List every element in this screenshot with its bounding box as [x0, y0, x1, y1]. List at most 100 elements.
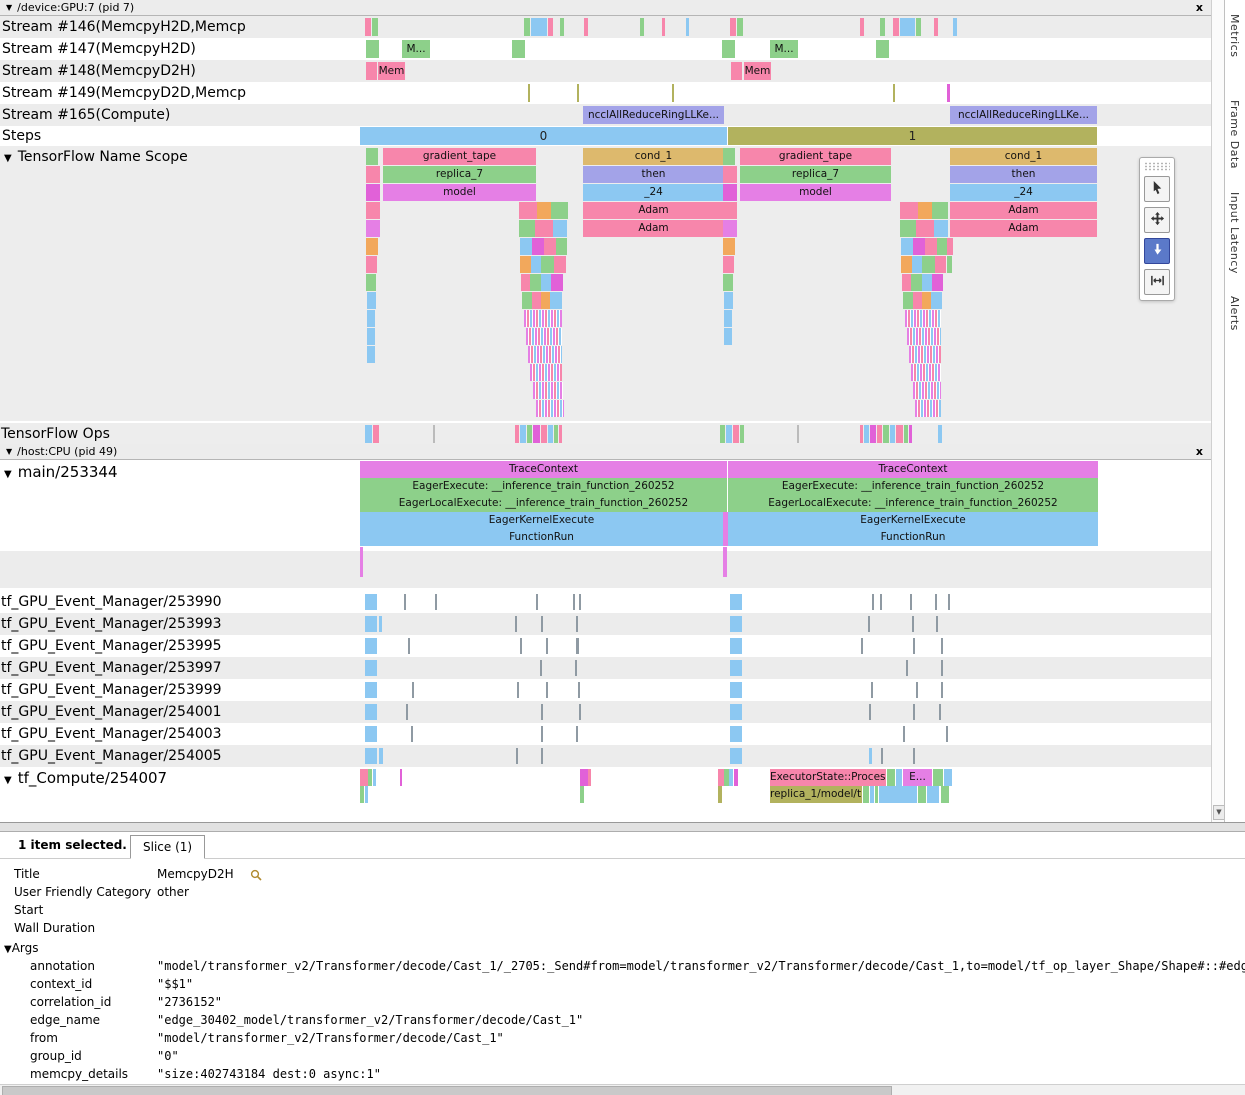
trace-event[interactable]: [366, 184, 380, 201]
trace-event[interactable]: [723, 202, 737, 219]
trace-event[interactable]: [365, 594, 377, 610]
gpu-close-button[interactable]: x: [1196, 0, 1203, 16]
trace-event[interactable]: [913, 748, 915, 764]
trace-event[interactable]: [947, 256, 952, 273]
trace-event[interactable]: [860, 425, 863, 443]
trace-event[interactable]: [918, 202, 932, 219]
trace-event[interactable]: [532, 292, 541, 309]
trace-event[interactable]: [915, 400, 941, 417]
trace-event[interactable]: [896, 769, 902, 786]
trace-event[interactable]: [360, 769, 368, 786]
trace-event[interactable]: [883, 425, 889, 443]
trace-event[interactable]: [584, 18, 588, 36]
trace-event[interactable]: [916, 220, 934, 237]
trace-event[interactable]: [932, 274, 943, 291]
trace-event[interactable]: [900, 18, 915, 36]
trace-event[interactable]: [935, 256, 946, 273]
trace-event[interactable]: [577, 84, 579, 102]
trace-event[interactable]: [913, 382, 941, 399]
trace-event[interactable]: gradient_tape: [383, 148, 536, 165]
trace-event[interactable]: [366, 148, 378, 165]
trace-event[interactable]: [367, 346, 375, 363]
trace-event[interactable]: TraceContext: [728, 461, 1098, 478]
timing-tool-button[interactable]: [1144, 269, 1170, 295]
trace-event[interactable]: [672, 84, 674, 102]
trace-event[interactable]: [730, 682, 742, 698]
trace-event[interactable]: [554, 256, 566, 273]
trace-event[interactable]: [909, 425, 912, 443]
trace-event[interactable]: [367, 310, 375, 327]
trace-event[interactable]: [723, 256, 734, 273]
trace-event[interactable]: [734, 769, 738, 786]
trace-event[interactable]: [730, 18, 736, 36]
trace-event[interactable]: [366, 238, 378, 255]
tab-alerts[interactable]: Alerts: [1228, 296, 1241, 331]
trace-event[interactable]: [863, 786, 869, 803]
trace-event[interactable]: [730, 594, 742, 610]
trace-event[interactable]: [936, 616, 938, 632]
trace-event[interactable]: [541, 256, 554, 273]
trace-event[interactable]: [870, 786, 874, 803]
trace-event[interactable]: FunctionRun: [728, 529, 1098, 546]
trace-event[interactable]: [933, 769, 943, 786]
trace-event[interactable]: [640, 18, 644, 36]
zoom-tool-button[interactable]: [1144, 238, 1170, 264]
trace-event[interactable]: [871, 682, 873, 698]
trace-event[interactable]: [723, 512, 728, 546]
trace-event[interactable]: [576, 726, 578, 742]
trace-event[interactable]: Adam: [583, 202, 724, 219]
trace-event[interactable]: [528, 346, 562, 363]
cpu-close-button[interactable]: x: [1196, 444, 1203, 460]
trace-event[interactable]: [365, 786, 368, 803]
trace-event[interactable]: [551, 202, 568, 219]
trace-event[interactable]: [723, 166, 737, 183]
trace-event[interactable]: [901, 238, 913, 255]
trace-event[interactable]: [731, 62, 742, 80]
trace-event[interactable]: [536, 400, 564, 417]
trace-event[interactable]: [553, 220, 567, 237]
trace-event[interactable]: [560, 18, 564, 36]
trace-event[interactable]: [947, 238, 953, 255]
trace-event[interactable]: [935, 594, 937, 610]
collapse-compute-icon[interactable]: ▼: [4, 775, 12, 786]
panel-splitter[interactable]: [0, 822, 1245, 832]
trace-event[interactable]: [916, 18, 921, 36]
trace-event[interactable]: [408, 638, 410, 654]
trace-event[interactable]: [737, 18, 743, 36]
trace-event[interactable]: [559, 425, 562, 443]
trace-event[interactable]: [360, 786, 364, 803]
trace-event[interactable]: [900, 220, 916, 237]
trace-event[interactable]: [579, 704, 581, 720]
trace-event[interactable]: [512, 40, 525, 58]
trace-event[interactable]: [868, 616, 870, 632]
trace-event[interactable]: [724, 328, 732, 345]
trace-event[interactable]: [400, 769, 402, 786]
trace-event[interactable]: [723, 274, 733, 291]
trace-event[interactable]: [541, 704, 543, 720]
trace-event[interactable]: EagerKernelExecute: [728, 512, 1098, 529]
trace-event[interactable]: [870, 425, 876, 443]
trace-event[interactable]: [366, 256, 377, 273]
tab-slice[interactable]: Slice (1): [130, 835, 205, 859]
trace-event[interactable]: [941, 682, 943, 698]
trace-event[interactable]: [864, 425, 869, 443]
trace-event[interactable]: [893, 84, 895, 102]
trace-event[interactable]: [541, 616, 543, 632]
trace-event[interactable]: [939, 704, 941, 720]
trace-event[interactable]: model: [383, 184, 536, 201]
trace-event[interactable]: [934, 18, 938, 36]
trace-event[interactable]: then: [950, 166, 1097, 183]
trace-event[interactable]: [925, 238, 937, 255]
trace-event[interactable]: [887, 769, 895, 786]
collapse-main-icon[interactable]: ▼: [4, 469, 12, 480]
trace-event[interactable]: 0: [360, 127, 727, 145]
trace-event[interactable]: [718, 786, 722, 803]
trace-event[interactable]: [379, 616, 382, 632]
tab-metrics[interactable]: Metrics: [1228, 14, 1241, 57]
trace-event[interactable]: [520, 256, 531, 273]
trace-event[interactable]: Mem: [744, 62, 771, 80]
trace-event[interactable]: [797, 425, 799, 443]
trace-event[interactable]: FunctionRun: [360, 529, 723, 546]
trace-event[interactable]: _24: [950, 184, 1097, 201]
trace-event[interactable]: [922, 274, 932, 291]
